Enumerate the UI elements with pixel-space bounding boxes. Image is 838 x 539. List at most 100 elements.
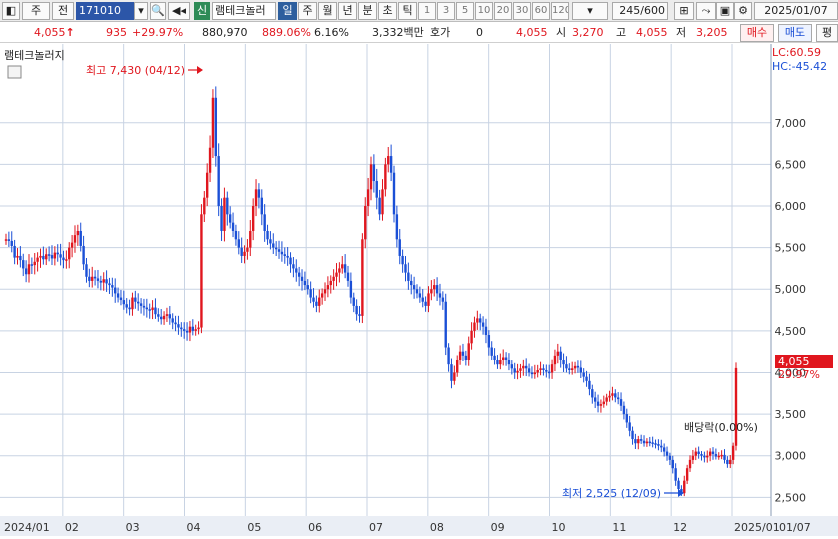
date-field[interactable]: 2025/01/07 xyxy=(754,2,838,20)
candle-body xyxy=(142,305,146,308)
candle-body xyxy=(588,380,591,390)
candle-body xyxy=(433,285,436,290)
candle-body xyxy=(33,261,36,266)
candle-body xyxy=(274,247,278,250)
interval-dropdown[interactable]: ▾ xyxy=(572,2,608,20)
candle-body xyxy=(251,206,255,231)
settings-gear-icon[interactable]: ⚙ xyxy=(734,2,752,20)
search-icon[interactable]: 🔍 xyxy=(150,2,166,20)
count-field[interactable]: 245/600 xyxy=(612,2,668,20)
buy-button[interactable]: 매수 xyxy=(740,24,774,42)
candle-body xyxy=(53,252,57,259)
interval-button[interactable]: 5 xyxy=(456,2,474,20)
candle-type-icon[interactable]: ⊞ xyxy=(674,2,694,20)
candle-body xyxy=(217,156,220,206)
candle-body xyxy=(599,404,603,406)
prev-button[interactable]: 전 xyxy=(52,2,74,20)
candle-body xyxy=(108,283,111,286)
candle-body xyxy=(619,399,623,406)
candle-body xyxy=(378,197,381,215)
indicator-icon[interactable]: ⤳ xyxy=(696,2,716,20)
candle-body xyxy=(490,347,493,356)
quote-high: 4,055 xyxy=(636,26,668,39)
period-tab[interactable]: 주 xyxy=(298,2,317,20)
interval-button[interactable]: 120 xyxy=(551,2,569,20)
chart-menu-icon[interactable]: ◧ xyxy=(2,2,20,20)
candle-body xyxy=(706,455,709,458)
count-max: /600 xyxy=(640,4,665,17)
candle-body xyxy=(42,255,45,260)
interval-button[interactable]: 3 xyxy=(437,2,455,20)
candle-body xyxy=(665,451,669,456)
stock-code-input[interactable]: 171010 xyxy=(76,2,134,20)
period-tab[interactable]: 초 xyxy=(378,2,397,20)
candle-body xyxy=(188,326,192,333)
period-tab[interactable]: 틱 xyxy=(398,2,417,20)
candle-body xyxy=(634,439,637,444)
period-tab[interactable]: 일 xyxy=(278,2,297,20)
sound-icon[interactable]: ◀◂ xyxy=(168,2,190,20)
period-select[interactable]: 주 xyxy=(22,2,50,20)
candle-body xyxy=(105,279,108,284)
quote-amount: 3,332백만 xyxy=(372,26,424,39)
candle-body xyxy=(309,289,312,298)
candle-body xyxy=(16,255,19,258)
candle-body xyxy=(389,156,393,173)
candle-body xyxy=(404,264,407,273)
interval-button[interactable]: 1 xyxy=(418,2,436,20)
x-tick-label: 03 xyxy=(126,521,140,534)
candle-body xyxy=(277,249,281,252)
candle-body xyxy=(726,459,729,465)
candle-body xyxy=(174,322,177,325)
candle-body xyxy=(68,247,71,260)
candle-body xyxy=(553,355,557,365)
candle-body xyxy=(266,230,269,240)
candle-body xyxy=(341,264,344,269)
candle-body xyxy=(338,268,341,273)
candle-body xyxy=(645,441,649,444)
period-tab[interactable]: 년 xyxy=(338,2,357,20)
quote-volume: 880,970 xyxy=(202,26,248,39)
candle-body xyxy=(134,297,137,302)
candle-body xyxy=(550,364,554,373)
candle-body xyxy=(102,279,105,283)
last-price-label: 4,055 xyxy=(778,355,810,368)
candle-body xyxy=(473,322,476,331)
candle-body xyxy=(182,329,186,331)
interval-button[interactable]: 30 xyxy=(513,2,531,20)
x-tick-label: 12 xyxy=(673,521,687,534)
candle-body xyxy=(269,239,272,244)
interval-button[interactable]: 60 xyxy=(532,2,550,20)
candle-body xyxy=(320,293,324,298)
sell-button[interactable]: 매도 xyxy=(778,24,812,42)
candle-body xyxy=(13,245,16,258)
candle-body xyxy=(194,329,197,331)
candle-body xyxy=(263,214,266,231)
quote-turnover: 6.16% xyxy=(314,26,349,39)
interval-button[interactable]: 10 xyxy=(475,2,493,20)
save-icon[interactable]: ▣ xyxy=(716,2,734,20)
stock-name-field[interactable]: 램테크놀러 xyxy=(212,2,276,20)
price-chart[interactable]: 2,5003,0003,5004,0004,5005,0005,5006,000… xyxy=(0,44,838,536)
candle-body xyxy=(513,368,516,373)
candle-body xyxy=(24,268,28,275)
candle-body xyxy=(430,289,433,294)
candle-body xyxy=(657,444,660,446)
interval-button[interactable]: 20 xyxy=(494,2,512,20)
candle-body xyxy=(151,307,154,311)
period-tab[interactable]: 분 xyxy=(358,2,377,20)
candle-body xyxy=(289,257,292,265)
candle-body xyxy=(731,445,735,460)
avg-button[interactable]: 평 xyxy=(816,24,838,42)
chart-area[interactable]: 2,500 3,000 3,500 4,000 4,500 5,000 5,500 6,000… xyxy=(0,44,838,536)
candle-body xyxy=(545,369,548,372)
candle-body xyxy=(392,172,396,215)
chart-menu-icon[interactable] xyxy=(7,65,22,79)
badge-sin: 신 xyxy=(194,2,210,20)
y-tick-label: 7,000 xyxy=(775,117,807,130)
candle-body xyxy=(203,197,206,215)
low-label: 저 xyxy=(676,26,687,39)
candle-body xyxy=(312,297,315,302)
period-tab[interactable]: 월 xyxy=(318,2,337,20)
code-dropdown-chevron-icon[interactable]: ▾ xyxy=(134,2,148,20)
